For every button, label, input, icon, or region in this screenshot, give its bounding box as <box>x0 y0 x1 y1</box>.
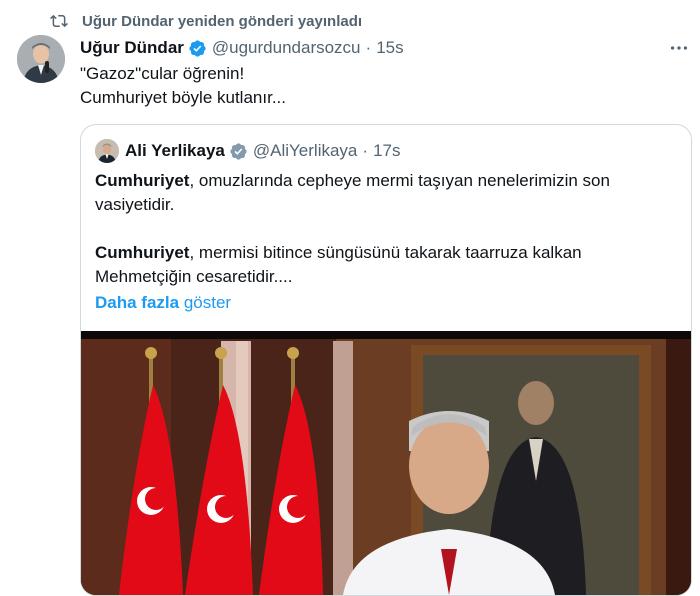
bold-text: Cumhuriyet <box>95 171 190 190</box>
quote-timestamp[interactable]: 17s <box>373 141 400 161</box>
quote-text: Cumhuriyet, omuzlarında cepheye mermi ta… <box>95 169 675 315</box>
tweet-timestamp[interactable]: 15s <box>376 38 403 58</box>
quoted-tweet[interactable]: Ali Yerlikaya @AliYerlikaya · 17s Cumhur… <box>80 124 692 596</box>
quote-author-handle[interactable]: @AliYerlikaya <box>253 141 358 161</box>
quote-header: Ali Yerlikaya @AliYerlikaya · 17s <box>95 139 400 163</box>
quote-media-image[interactable] <box>81 331 691 595</box>
verified-badge-icon <box>189 39 206 57</box>
tweet-line: "Gazoz"cular öğrenin! <box>80 64 245 83</box>
separator-dot: · <box>362 141 369 160</box>
verified-badge-icon <box>230 142 247 160</box>
repost-indicator[interactable]: Uğur Dündar yeniden gönderi yayınladı <box>50 8 362 34</box>
quote-paragraph: Cumhuriyet, mermisi bitince süngüsünü ta… <box>95 241 675 289</box>
repost-label: Uğur Dündar yeniden gönderi yayınladı <box>82 12 363 30</box>
author-avatar[interactable] <box>17 35 65 83</box>
bold-text: Cumhuriyet <box>95 243 190 262</box>
repost-icon <box>50 14 68 28</box>
quote-author-name[interactable]: Ali Yerlikaya <box>125 141 225 161</box>
quote-avatar[interactable] <box>95 139 119 163</box>
tweet-line: Cumhuriyet böyle kutlanır... <box>80 88 286 107</box>
show-more-label: Daha fazla <box>95 293 180 312</box>
separator-dot: · <box>365 38 372 57</box>
author-name[interactable]: Uğur Dündar <box>80 38 184 58</box>
quote-paragraph: Cumhuriyet, omuzlarında cepheye mermi ta… <box>95 169 675 217</box>
show-more-link[interactable]: Daha fazla göster <box>95 291 675 315</box>
more-icon <box>670 46 688 50</box>
tweet-header: Uğur Dündar @ugurdundarsozcu · 15s <box>80 36 680 60</box>
show-more-label: göster <box>183 293 232 312</box>
tweet-text: "Gazoz"cular öğrenin! Cumhuriyet böyle k… <box>80 62 286 110</box>
more-options-button[interactable] <box>666 36 692 60</box>
author-handle[interactable]: @ugurdundarsozcu <box>212 38 361 58</box>
